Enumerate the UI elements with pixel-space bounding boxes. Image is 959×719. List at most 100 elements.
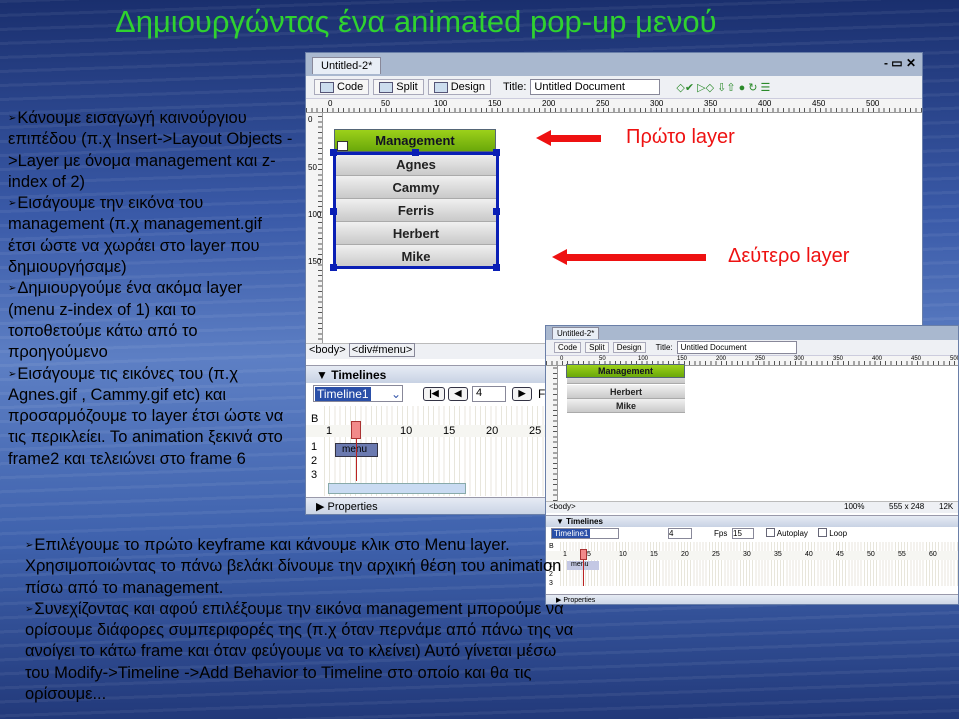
- zoom-select[interactable]: 100%: [844, 502, 864, 511]
- bullet-icon: ➢: [8, 368, 17, 380]
- timelines-panel-header[interactable]: ▼ Timelines: [546, 515, 958, 527]
- menu-layer-selection[interactable]: [333, 152, 499, 269]
- forward-button[interactable]: ▶: [512, 387, 532, 401]
- first-layer-label: Πρώτο layer: [626, 126, 735, 148]
- resize-handle[interactable]: [330, 149, 337, 156]
- back-button[interactable]: ◀: [448, 387, 468, 401]
- bullet-text: Δημιουργούμε ένα ακόμα layer (menu z-ind…: [8, 279, 243, 362]
- resize-handle[interactable]: [330, 264, 337, 271]
- ruler-label: 100: [434, 99, 448, 108]
- fps-input[interactable]: 15: [732, 528, 754, 539]
- tag-body[interactable]: <body>: [309, 344, 346, 356]
- resize-handle[interactable]: [330, 208, 337, 215]
- properties-panel-header[interactable]: ▶ Properties: [546, 594, 958, 604]
- frame-input[interactable]: 4: [472, 386, 506, 402]
- resize-handle[interactable]: [493, 208, 500, 215]
- menu-item-herbert[interactable]: Herbert: [567, 385, 685, 399]
- ruler-label: 400: [872, 356, 883, 362]
- arrow-to-second-layer: [552, 249, 706, 265]
- frame-numbers: 1 5 10 15 20 25: [306, 425, 556, 437]
- left-bullet-list: ➢Κάνουμε εισαγωγή καινούργιου επιπέδου (…: [8, 108, 293, 470]
- document-tab[interactable]: Untitled-2*: [312, 57, 382, 74]
- bottom-bullet-list: ➢Επιλέγουμε το πρώτο keyframe και κάνουμ…: [25, 535, 585, 705]
- document-tab[interactable]: Untitled-2*: [552, 327, 600, 339]
- timeline-row-labels: B 1 2 3: [311, 408, 318, 482]
- code-icon: [320, 81, 334, 93]
- title-input[interactable]: Untitled Document: [530, 79, 661, 95]
- frame-number: 20: [486, 425, 499, 437]
- second-layer-label: Δεύτερο layer: [728, 245, 850, 267]
- ruler-label: 350: [833, 356, 844, 362]
- loop-checkbox[interactable]: Loop: [818, 528, 847, 538]
- toolbar-icons[interactable]: ◇✔ ▷◇ ⇩⇧ ● ↻ ☰: [676, 81, 770, 94]
- window-controls[interactable]: - ▭ ✕: [884, 56, 916, 70]
- frame-number: 20: [681, 551, 689, 558]
- playhead[interactable]: [351, 421, 361, 439]
- ruler-label: 350: [704, 99, 718, 108]
- frame-number: 25: [712, 551, 720, 558]
- ruler-label: 100: [308, 210, 322, 219]
- vertical-ruler: 0 50 100 150: [306, 113, 323, 345]
- split-icon: [379, 81, 394, 93]
- ruler-label: 300: [650, 99, 664, 108]
- ruler-label: 0: [308, 115, 313, 124]
- timeline-select-value: Timeline1: [315, 387, 371, 401]
- bullet: ➢Συνεχίζοντας και αφού επιλέξουμε την ει…: [25, 599, 585, 705]
- code-label: Code: [337, 81, 364, 93]
- code-view-button[interactable]: Code: [314, 79, 370, 95]
- window-size-select[interactable]: 555 x 248: [889, 502, 924, 511]
- split-view-button[interactable]: Split: [373, 79, 424, 95]
- frame-input[interactable]: 4: [668, 528, 692, 539]
- resize-handle[interactable]: [493, 264, 500, 271]
- rewind-button[interactable]: |◀: [423, 387, 445, 401]
- timeline-select[interactable]: Timeline1 ⌄: [313, 385, 403, 402]
- resize-handle[interactable]: [493, 149, 500, 156]
- timeline-frames[interactable]: [560, 542, 958, 586]
- ruler-label: 50: [599, 356, 606, 362]
- frame-number: 5: [587, 551, 591, 558]
- ruler-label: 100: [638, 356, 649, 362]
- document-toolbar: Code Split Design Title: Untitled Docume…: [546, 340, 958, 356]
- ruler-label: 500: [950, 356, 958, 362]
- frame-number: 10: [400, 425, 413, 437]
- frame-number: 35: [774, 551, 782, 558]
- ruler-label: 250: [596, 99, 610, 108]
- design-view-button[interactable]: Design: [427, 79, 491, 95]
- design-view-button[interactable]: Design: [612, 342, 646, 353]
- bullet-text: Συνεχίζοντας και αφού επιλέξουμε την εικ…: [25, 599, 574, 704]
- title-label: Title:: [502, 81, 527, 93]
- ruler-label: 300: [794, 356, 805, 362]
- document-tab-bar: Untitled-2* - ▭ ✕: [306, 53, 922, 76]
- design-label: Design: [450, 81, 485, 93]
- document-tab-bar: Untitled-2*: [546, 326, 958, 340]
- bullet: ➢Εισάγουμε την εικόνα του management (π.…: [8, 193, 293, 278]
- layer-anchor-icon[interactable]: [337, 141, 348, 151]
- document-toolbar: Code Split Design Title: Untitled Docume…: [306, 76, 922, 99]
- frame-number: 45: [836, 551, 844, 558]
- frame-number: 50: [867, 551, 875, 558]
- management-layer[interactable]: Management: [566, 364, 685, 378]
- frame-number: 1: [326, 425, 333, 437]
- chevron-down-icon: ⌄: [390, 387, 401, 401]
- bullet-text: Επιλέγουμε το πρώτο keyframe και κάνουμε…: [25, 536, 562, 597]
- bullet: ➢Εισάγουμε τις εικόνες του (π.χ Agnes.gi…: [8, 364, 293, 470]
- bullet-text: Εισάγουμε την εικόνα του management (π.χ…: [8, 194, 262, 277]
- row-label: 2: [311, 455, 318, 467]
- split-view-button[interactable]: Split: [585, 342, 609, 353]
- code-view-button[interactable]: Code: [554, 342, 582, 353]
- row-label: 1: [311, 441, 318, 453]
- autoplay-checkbox[interactable]: Autoplay: [766, 528, 808, 538]
- ruler-label: 400: [758, 99, 772, 108]
- tag-div-menu[interactable]: <div#menu>: [348, 343, 416, 357]
- resize-handle[interactable]: [412, 149, 419, 156]
- bullet-icon: ➢: [8, 113, 17, 124]
- tag-body[interactable]: <body>: [549, 502, 576, 511]
- menu-item-mike[interactable]: Mike: [567, 399, 685, 413]
- slide-title: Δημιουργώντας ένα animated pop-up μενού: [115, 4, 717, 39]
- frame-numbers: 1 5 10 15 20 25 30 35 40 45 50 55 60: [546, 551, 958, 560]
- title-input[interactable]: Untitled Document: [676, 341, 797, 354]
- ruler-label: 450: [812, 99, 826, 108]
- timeline-scrollbar[interactable]: [328, 483, 466, 494]
- frame-number: 15: [650, 551, 658, 558]
- design-icon: [433, 81, 448, 93]
